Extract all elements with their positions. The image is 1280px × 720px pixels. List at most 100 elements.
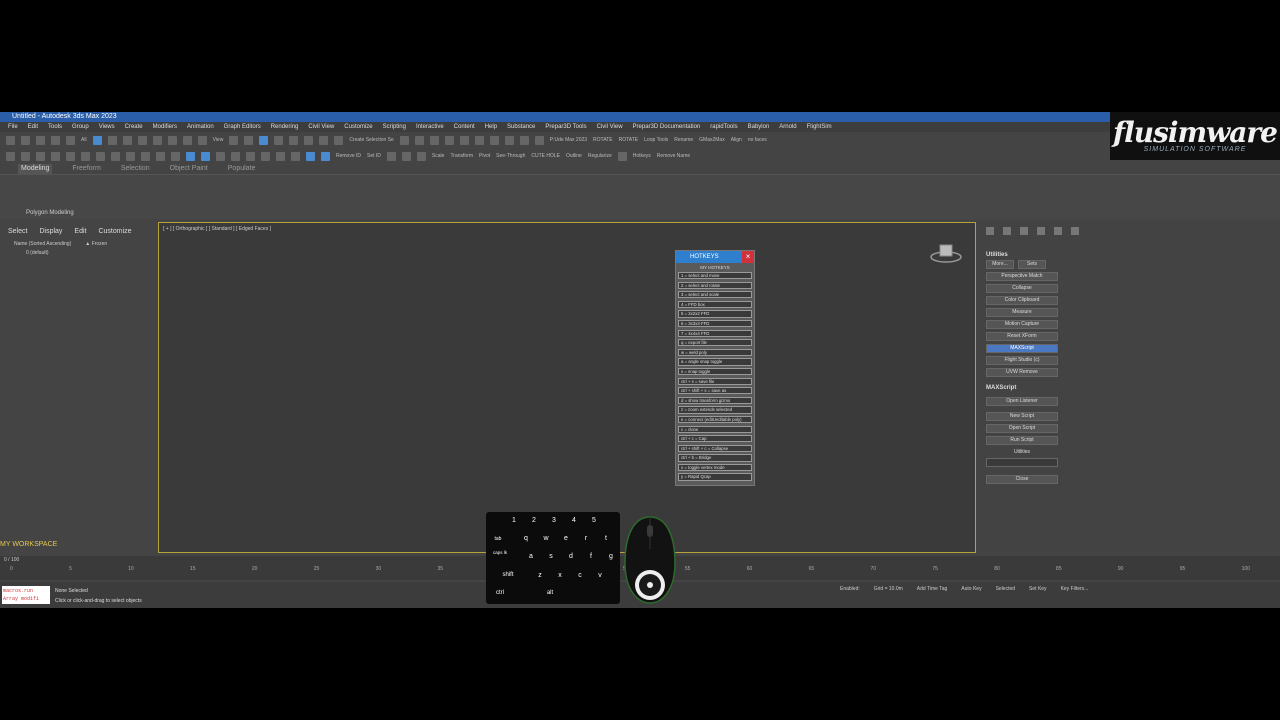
motion-capture-button[interactable]: Motion Capture bbox=[986, 320, 1058, 329]
viewport-label[interactable]: [ + ] [ Orthographic ] [ Standard ] [ Ed… bbox=[163, 226, 271, 232]
poly-tool-icon-4[interactable] bbox=[51, 151, 60, 161]
snap-toggle-icon[interactable] bbox=[274, 135, 284, 145]
regularize-button[interactable]: Regularize bbox=[588, 153, 612, 159]
menu-animation[interactable]: Animation bbox=[187, 122, 214, 132]
sets-button[interactable]: Sets bbox=[1018, 260, 1046, 269]
rotate-icon[interactable] bbox=[167, 135, 177, 145]
hotkeys-button[interactable]: Hotkeys bbox=[633, 153, 651, 159]
redo-icon[interactable] bbox=[21, 135, 30, 145]
render-preset-dropdown[interactable]: P:Ude Max 2023 bbox=[550, 137, 587, 143]
utilities-rollout-header[interactable]: Utilities bbox=[978, 252, 1280, 258]
menu-create[interactable]: Create bbox=[125, 122, 143, 132]
poly-tool-icon-8[interactable] bbox=[111, 151, 120, 161]
material-editor-icon[interactable] bbox=[489, 135, 499, 145]
create-tab-icon[interactable] bbox=[986, 227, 994, 235]
reference-coord-dropdown[interactable]: View bbox=[213, 137, 224, 143]
hotkey-item[interactable]: w = weld poly bbox=[678, 348, 752, 357]
select-tool-icon[interactable] bbox=[216, 151, 225, 161]
curve-editor-icon[interactable] bbox=[459, 135, 469, 145]
se-menu-select[interactable]: Select bbox=[8, 228, 27, 235]
tool-icon-f[interactable] bbox=[306, 151, 315, 161]
rename-button[interactable]: Rename bbox=[674, 137, 693, 143]
menu-edit[interactable]: Edit bbox=[28, 122, 38, 132]
menu-modifiers[interactable]: Modifiers bbox=[153, 122, 177, 132]
close-button[interactable]: Close bbox=[986, 475, 1058, 484]
time-slider[interactable]: 0 / 100 bbox=[4, 557, 19, 563]
set-id-button[interactable]: Set ID bbox=[367, 153, 381, 159]
column-frozen[interactable]: ▲ Frozen bbox=[85, 241, 107, 247]
rotate-button-2[interactable]: ROTATE bbox=[619, 137, 639, 143]
edit-named-sel-icon[interactable] bbox=[334, 135, 344, 145]
menu-babylon[interactable]: Babylon bbox=[748, 122, 770, 132]
axis-y-icon[interactable] bbox=[156, 151, 165, 161]
viewport-orthographic[interactable]: [ + ] [ Orthographic ] [ Standard ] [ Ed… bbox=[158, 222, 976, 553]
axis-xy-icon[interactable] bbox=[186, 151, 195, 161]
link-icon[interactable] bbox=[36, 135, 45, 145]
render-icon[interactable] bbox=[534, 135, 544, 145]
remove-id-button[interactable]: Remove ID bbox=[336, 153, 361, 159]
uvw-remove-button[interactable]: UVW Remove bbox=[986, 368, 1058, 377]
selected-dropdown[interactable]: Selected bbox=[996, 586, 1015, 592]
tab-freeform[interactable]: Freeform bbox=[72, 164, 100, 174]
hotkeys-icon[interactable] bbox=[617, 151, 627, 161]
angle-snap-icon[interactable] bbox=[289, 135, 299, 145]
se-menu-edit[interactable]: Edit bbox=[74, 228, 86, 235]
align-icon[interactable] bbox=[414, 135, 424, 145]
collapse-button[interactable]: Collapse bbox=[986, 284, 1058, 293]
gmax2max-button[interactable]: GMax2Max bbox=[699, 137, 725, 143]
hotkey-item[interactable]: s = snap toggle bbox=[678, 367, 752, 376]
column-name[interactable]: Name (Sorted Ascending) bbox=[14, 241, 71, 247]
menu-views[interactable]: Views bbox=[99, 122, 115, 132]
perspective-match-button[interactable]: Perspective Match bbox=[986, 272, 1058, 281]
add-time-tag[interactable]: Add Time Tag bbox=[917, 586, 947, 592]
layer-row[interactable]: 0 (default) bbox=[0, 250, 157, 256]
light-icon[interactable] bbox=[386, 151, 396, 161]
modify-tab-icon[interactable] bbox=[1003, 227, 1011, 235]
select-manipulate-icon[interactable] bbox=[244, 135, 254, 145]
hotkey-item[interactable]: 3 = select and scale bbox=[678, 291, 752, 299]
hotkey-item[interactable]: ctrl + s = save file bbox=[678, 377, 752, 385]
poly-tool-icon-6[interactable] bbox=[81, 151, 90, 161]
menu-flightsim[interactable]: FlightSim bbox=[807, 122, 832, 132]
see-through-button[interactable]: See-Through bbox=[496, 153, 525, 159]
align-button[interactable]: Align bbox=[731, 137, 742, 143]
no-faces-button[interactable]: no faces bbox=[748, 137, 767, 143]
scale-button[interactable]: Scale bbox=[432, 153, 445, 159]
measure-button[interactable]: Measure bbox=[986, 308, 1058, 317]
menu-help[interactable]: Help bbox=[485, 122, 497, 132]
select-by-name-icon[interactable] bbox=[107, 135, 117, 145]
open-listener-button[interactable]: Open Listener bbox=[986, 397, 1058, 406]
key-filters-button[interactable]: Key Filters... bbox=[1061, 586, 1089, 592]
remove-name-button[interactable]: Remove Name bbox=[657, 153, 690, 159]
undo-icon[interactable] bbox=[6, 135, 15, 145]
motion-tab-icon[interactable] bbox=[1037, 227, 1045, 235]
axis-xy2-icon[interactable] bbox=[201, 151, 210, 161]
viewcube-icon[interactable] bbox=[929, 241, 963, 265]
selection-filter-dropdown[interactable]: All bbox=[81, 137, 87, 143]
hotkey-item[interactable]: e = connect (editUeditable poly) bbox=[678, 415, 752, 424]
menu-interactive[interactable]: Interactive bbox=[416, 122, 444, 132]
tab-populate[interactable]: Populate bbox=[228, 164, 256, 174]
tool-icon-d[interactable] bbox=[276, 151, 285, 161]
enabled-toggle[interactable]: Enabled: bbox=[840, 586, 860, 592]
hotkey-item[interactable]: ctrl + shift + c = Collapse bbox=[678, 444, 752, 452]
hotkey-item[interactable]: q = export file bbox=[678, 339, 752, 347]
hotkey-item[interactable]: a = angle snap toggle bbox=[678, 358, 752, 366]
maxscript-mini-listener[interactable]: macros.run Array modifi bbox=[2, 586, 50, 604]
schematic-icon[interactable] bbox=[474, 135, 484, 145]
menu-rendering[interactable]: Rendering bbox=[271, 122, 299, 132]
flight-studio-button[interactable]: Flight Studio (c) bbox=[986, 356, 1058, 365]
axis-z-icon[interactable] bbox=[171, 151, 180, 161]
bind-icon[interactable] bbox=[66, 135, 75, 145]
render-frame-icon[interactable] bbox=[519, 135, 529, 145]
hotkey-item[interactable]: c = clone bbox=[678, 425, 752, 433]
cute-hole-button[interactable]: CUTE HOLE bbox=[531, 153, 560, 159]
menu-scripting[interactable]: Scripting bbox=[383, 122, 406, 132]
axis-x-icon[interactable] bbox=[141, 151, 150, 161]
more-button[interactable]: More... bbox=[986, 260, 1014, 269]
menu-prepar3d-tools[interactable]: Prepar3D Tools bbox=[545, 122, 586, 132]
menu-group[interactable]: Group bbox=[72, 122, 89, 132]
tool-icon-b[interactable] bbox=[246, 151, 255, 161]
hotkey-item[interactable]: 6 = 3x3x3 FFD bbox=[678, 319, 752, 328]
close-x-icon[interactable] bbox=[126, 151, 135, 161]
